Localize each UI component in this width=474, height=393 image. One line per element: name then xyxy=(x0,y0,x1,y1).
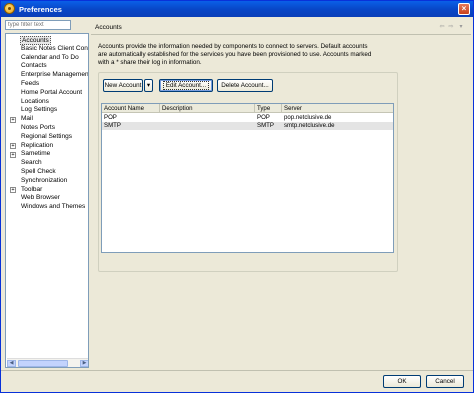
tree-item-feeds[interactable]: Feeds xyxy=(6,80,88,89)
tree-item-label: Regional Settings xyxy=(21,132,72,140)
tree-item-notes-ports[interactable]: Notes Ports xyxy=(6,124,88,133)
tree-item-replication[interactable]: + Replication xyxy=(6,141,88,151)
page-title: Accounts xyxy=(95,24,122,31)
scroll-left-icon[interactable]: ◀ xyxy=(7,360,16,367)
tree-item-windows-and-themes[interactable]: Windows and Themes xyxy=(6,203,88,212)
expand-icon[interactable]: + xyxy=(10,187,16,194)
tree-item-toolbar[interactable]: + Toolbar xyxy=(6,185,88,195)
tree-item-label: Calendar and To Do xyxy=(21,53,79,61)
tree-item-label: Enterprise Management Agent xyxy=(21,71,89,79)
accounts-page: Accounts ⇦ ⇨ ▾ Accounts provide the info… xyxy=(91,19,471,368)
tree-item-label: Log Settings xyxy=(21,106,58,114)
cell-account-name: SMTP xyxy=(104,122,121,129)
tree-item-label: Synchronization xyxy=(21,176,68,184)
column-server[interactable]: Server xyxy=(282,104,393,113)
edit-account-label: Edit Account... xyxy=(162,81,210,90)
tree-item-label: Feeds xyxy=(21,80,40,87)
accounts-table: Account Name Description Type Server POP… xyxy=(101,103,394,253)
page-header: Accounts ⇦ ⇨ ▾ xyxy=(91,19,471,35)
column-description[interactable]: Description xyxy=(160,104,255,113)
column-type[interactable]: Type xyxy=(255,104,282,113)
tree-item-log-settings[interactable]: Log Settings xyxy=(6,106,88,115)
back-arrow-icon[interactable]: ⇦ xyxy=(439,24,445,30)
tree-item-accounts[interactable]: Accounts xyxy=(6,36,88,45)
dialog-button-bar: OK Cancel xyxy=(1,370,473,392)
preferences-nav-panel: Accounts Basic Notes Client Configuratio… xyxy=(4,19,89,368)
tree-item-label: Basic Notes Client Configuration xyxy=(21,44,88,52)
table-row[interactable]: POP POP pop.netclusive.de xyxy=(102,114,393,122)
expand-icon[interactable]: + xyxy=(10,143,16,150)
scrollbar-thumb[interactable] xyxy=(18,360,68,367)
tree-item-label: Windows and Themes xyxy=(21,203,86,211)
tree-item-label: Sametime xyxy=(21,150,51,158)
table-row[interactable]: SMTP SMTP smtp.netclusive.de xyxy=(102,122,393,130)
tree-item-label: Locations xyxy=(21,97,49,105)
tree-item-label: Contacts xyxy=(21,62,47,70)
tree-item-contacts[interactable]: Contacts xyxy=(6,62,88,71)
expand-icon[interactable]: + xyxy=(10,116,16,123)
tree-item-basic-notes-client-configuration[interactable]: Basic Notes Client Configuration xyxy=(6,44,88,54)
new-account-button[interactable]: New Account xyxy=(103,79,143,92)
scroll-right-icon[interactable]: ▶ xyxy=(80,360,88,367)
tree-item-label: Home Portal Account xyxy=(21,88,83,96)
tree-item-regional-settings[interactable]: Regional Settings xyxy=(6,132,88,142)
delete-account-button[interactable]: Delete Account... xyxy=(217,79,273,92)
tree-item-synchronization[interactable]: Synchronization xyxy=(6,176,88,186)
window-title: Preferences xyxy=(19,5,62,14)
tree-item-label: Toolbar xyxy=(21,185,43,193)
tree-item-sametime[interactable]: + Sametime xyxy=(6,150,88,159)
ok-button[interactable]: OK xyxy=(383,375,421,388)
edit-account-button[interactable]: Edit Account... xyxy=(159,79,213,92)
tree-item-enterprise-management-agent[interactable]: Enterprise Management Agent xyxy=(6,71,89,80)
tree-item-calendar-and-to-do[interactable]: Calendar and To Do xyxy=(6,53,88,63)
notes-app-icon xyxy=(4,3,15,14)
tree-item-label: Mail xyxy=(21,115,33,123)
close-icon[interactable]: × xyxy=(458,3,470,15)
tree-item-spell-check[interactable]: Spell Check xyxy=(6,168,88,177)
accounts-description: Accounts provide the information needed … xyxy=(98,43,372,66)
view-menu-icon[interactable]: ▾ xyxy=(458,24,464,30)
tree-item-label: Search xyxy=(21,159,42,167)
tree-item-label: Web Browser xyxy=(21,194,60,202)
cell-account-name: POP xyxy=(104,114,117,121)
forward-arrow-icon[interactable]: ⇨ xyxy=(448,24,454,30)
filter-input[interactable] xyxy=(5,20,71,30)
tree-item-label: Spell Check xyxy=(21,168,56,175)
table-header: Account Name Description Type Server xyxy=(102,104,393,113)
tree-horizontal-scrollbar[interactable]: ◀ ▶ xyxy=(7,358,88,367)
expand-icon[interactable]: + xyxy=(10,151,16,158)
tree-item-label: Notes Ports xyxy=(21,124,55,131)
cell-type: SMTP xyxy=(257,122,274,129)
cell-server: smtp.netclusive.de xyxy=(284,122,335,129)
tree-item-search[interactable]: Search xyxy=(6,159,88,168)
cancel-button[interactable]: Cancel xyxy=(426,375,464,388)
preferences-window: Preferences × Accounts Basic Notes Clien… xyxy=(0,0,474,393)
tree-item-label: Replication xyxy=(21,141,54,149)
column-account-name[interactable]: Account Name xyxy=(102,104,160,113)
tree-item-locations[interactable]: Locations xyxy=(6,97,88,107)
cell-server: pop.netclusive.de xyxy=(284,114,332,121)
tree-item-web-browser[interactable]: Web Browser xyxy=(6,194,88,203)
tree-item-label: Accounts xyxy=(20,36,51,45)
tree-item-home-portal-account[interactable]: Home Portal Account xyxy=(6,88,88,98)
preferences-tree: Accounts Basic Notes Client Configuratio… xyxy=(5,33,89,368)
tree-item-mail[interactable]: + Mail xyxy=(6,115,88,124)
cell-type: POP xyxy=(257,114,270,121)
title-bar[interactable]: Preferences × xyxy=(1,1,473,17)
new-account-dropdown-icon[interactable]: ▾ xyxy=(144,79,153,92)
